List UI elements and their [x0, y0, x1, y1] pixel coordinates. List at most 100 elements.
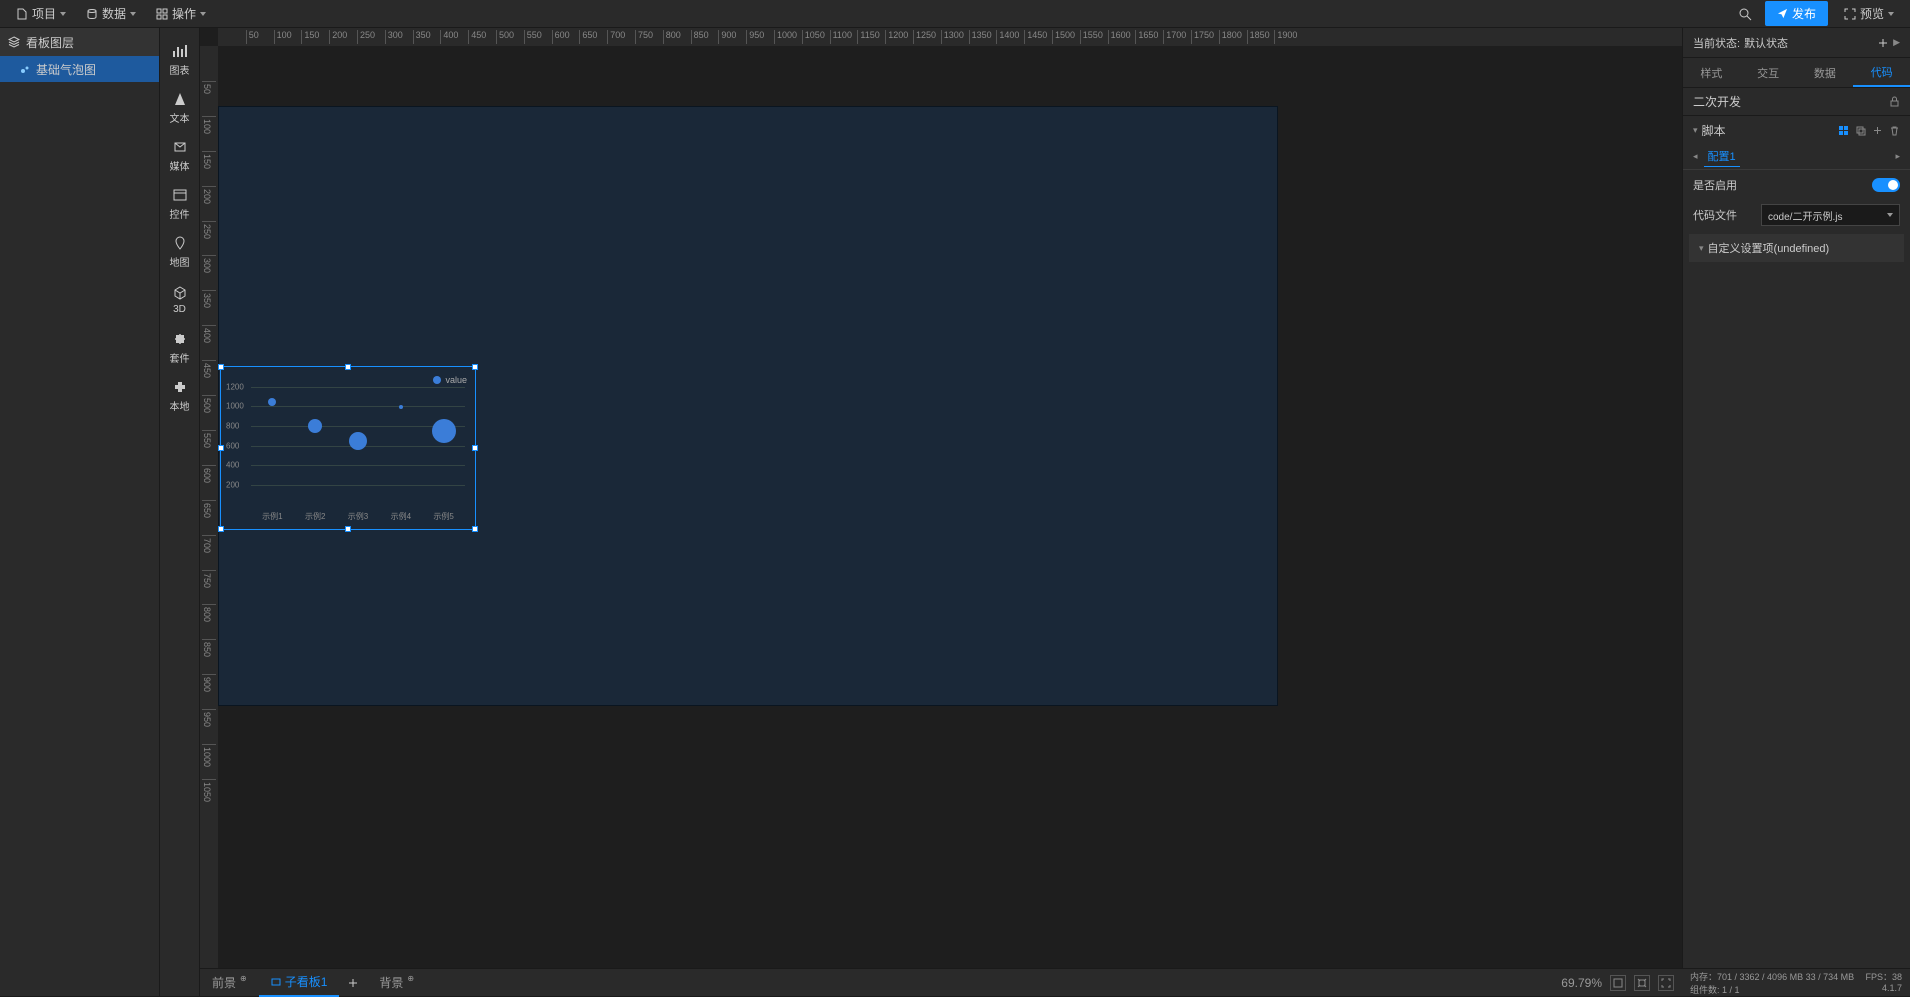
section-title: 脚本 — [1702, 122, 1726, 139]
zoom-value: 69.79% — [1561, 976, 1602, 990]
tab-interact[interactable]: 交互 — [1740, 58, 1797, 87]
tab-code[interactable]: 代码 — [1853, 58, 1910, 87]
tab-label: 前景 — [212, 974, 236, 991]
tool-label: 本地 — [170, 398, 190, 413]
select-value: code/二开示例.js — [1768, 208, 1842, 223]
layers-icon — [8, 36, 20, 48]
tool-label: 地图 — [170, 254, 190, 269]
fps-label: FPS： — [1865, 972, 1892, 982]
secondary-dev-header: 二次开发 — [1683, 88, 1910, 116]
plus-icon — [347, 977, 359, 989]
tool-label: 控件 — [170, 206, 190, 221]
publish-button[interactable]: 发布 — [1765, 1, 1828, 26]
menu-data[interactable]: 数据 — [78, 1, 144, 26]
tab-label: 子看板1 — [285, 973, 328, 990]
text-icon — [171, 90, 189, 108]
actual-size-icon[interactable] — [1634, 975, 1650, 991]
tool-label: 3D — [173, 304, 186, 315]
ruler-vertical: 5010015020025030035040045050055060065070… — [200, 46, 218, 968]
publish-label: 发布 — [1792, 5, 1816, 22]
database-icon — [86, 8, 98, 20]
code-file-row: 代码文件 code/二开示例.js — [1683, 200, 1910, 230]
state-value: 默认状态 — [1744, 35, 1788, 51]
delete-icon[interactable] — [1889, 125, 1900, 136]
media-icon — [171, 138, 189, 156]
canvas[interactable]: value 20040060080010001200示例1示例2示例3示例4示例… — [218, 46, 1682, 968]
component-toolbar: 图表 文本 媒体 控件 地图 3D 套件 本地 — [160, 28, 200, 996]
tool-chart[interactable]: 图表 — [162, 36, 198, 82]
comp-value: 1 / 1 — [1722, 985, 1740, 995]
extension-icon — [171, 378, 189, 396]
file-icon — [16, 8, 28, 20]
chart-legend: value — [433, 375, 467, 385]
add-tab-button[interactable] — [339, 977, 367, 989]
tool-3d[interactable]: 3D — [162, 276, 198, 322]
layer-panel: 看板图层 基础气泡图 — [0, 28, 160, 996]
tool-text[interactable]: 文本 — [162, 84, 198, 130]
tool-suite[interactable]: 套件 — [162, 324, 198, 370]
script-tab-config1[interactable]: 配置1 — [1704, 146, 1740, 167]
canvas-area: 5010015020025030035040045050055060065070… — [200, 28, 1682, 996]
prop-label: 是否启用 — [1693, 177, 1753, 193]
grid-icon — [156, 8, 168, 20]
puzzle-icon — [171, 330, 189, 348]
search-icon — [1738, 7, 1752, 21]
mem-value: 701 / 3362 / 4096 MB 33 / 734 MB — [1717, 972, 1854, 982]
mem-label: 内存： — [1690, 972, 1717, 982]
bubble-chart-widget[interactable]: value 20040060080010001200示例1示例2示例3示例4示例… — [220, 366, 476, 530]
enable-toggle[interactable] — [1872, 178, 1900, 192]
layer-item-label: 基础气泡图 — [36, 61, 96, 78]
plus-icon — [1877, 37, 1889, 49]
expand-icon — [1844, 8, 1856, 20]
tool-label: 套件 — [170, 350, 190, 365]
prop-label: 代码文件 — [1693, 207, 1753, 223]
section-title: 二次开发 — [1693, 93, 1741, 110]
enable-row: 是否启用 — [1683, 170, 1910, 200]
fit-icon[interactable] — [1610, 975, 1626, 991]
tool-label: 图表 — [170, 62, 190, 77]
menu-project[interactable]: 项目 — [8, 1, 74, 26]
custom-settings-section[interactable]: ▾ 自定义设置项(undefined) — [1689, 234, 1904, 262]
tab-style[interactable]: 样式 — [1683, 58, 1740, 87]
state-label: 当前状态: — [1693, 35, 1740, 51]
grid-view-icon[interactable] — [1838, 125, 1849, 136]
legend-dot-icon — [433, 376, 441, 384]
script-tabs: ◂ 配置1 ▸ — [1683, 144, 1910, 170]
preview-button[interactable]: 预览 — [1836, 1, 1902, 26]
tool-local[interactable]: 本地 — [162, 372, 198, 418]
tab-background[interactable]: 背景⊕ — [367, 969, 426, 997]
menu-data-label: 数据 — [102, 5, 126, 22]
tab-label: 背景 — [379, 974, 403, 991]
chevron-right-icon[interactable]: ▶ — [1893, 37, 1900, 48]
chevron-down-icon: ▾ — [1699, 243, 1704, 254]
copy-icon[interactable] — [1855, 125, 1866, 136]
tool-control[interactable]: 控件 — [162, 180, 198, 226]
chevron-right-icon[interactable]: ▸ — [1895, 151, 1900, 162]
version: 4.1.7 — [1882, 983, 1902, 996]
cube-icon — [171, 284, 189, 302]
chart-icon — [171, 42, 189, 60]
chevron-down-icon: ▾ — [1693, 125, 1698, 136]
chart-grid: 20040060080010001200示例1示例2示例3示例4示例5 — [251, 387, 465, 504]
chevron-left-icon[interactable]: ◂ — [1693, 151, 1698, 162]
tool-label: 文本 — [170, 110, 190, 125]
tool-media[interactable]: 媒体 — [162, 132, 198, 178]
layer-item-bubble-chart[interactable]: 基础气泡图 — [0, 56, 159, 82]
script-section-header[interactable]: ▾ 脚本 — [1683, 116, 1910, 144]
search-button[interactable] — [1733, 2, 1757, 26]
tab-subboard[interactable]: 子看板1 — [259, 969, 340, 997]
chevron-down-icon — [60, 12, 66, 16]
code-file-select[interactable]: code/二开示例.js — [1761, 204, 1900, 226]
add-state-button[interactable] — [1877, 37, 1889, 49]
lock-icon[interactable] — [1889, 96, 1900, 107]
chevron-down-icon — [200, 12, 206, 16]
bubble-chart: value 20040060080010001200示例1示例2示例3示例4示例… — [221, 367, 475, 529]
board-icon — [271, 977, 281, 987]
layer-panel-title: 看板图层 — [26, 34, 74, 51]
tab-foreground[interactable]: 前景⊕ — [200, 969, 259, 997]
tool-map[interactable]: 地图 — [162, 228, 198, 274]
add-icon[interactable] — [1872, 125, 1883, 136]
tab-data[interactable]: 数据 — [1797, 58, 1854, 87]
fullscreen-icon[interactable] — [1658, 975, 1674, 991]
menu-operations[interactable]: 操作 — [148, 1, 214, 26]
